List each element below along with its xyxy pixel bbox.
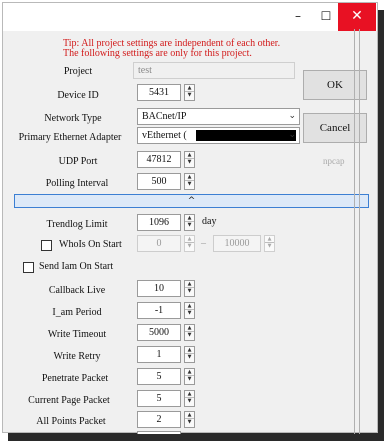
callback-live-input[interactable]: 10 — [137, 280, 181, 297]
close-icon[interactable]: ✕ — [338, 3, 376, 31]
polling-interval-label: Polling Interval — [45, 178, 109, 189]
device-id-label: Device ID — [57, 90, 99, 101]
title-bar: – ☐ ✕ — [3, 3, 377, 31]
spin-up-icon[interactable]: ▲ — [185, 152, 194, 159]
polling-interval-spinner[interactable]: ▲ ▼ — [184, 173, 195, 190]
spin-up-icon[interactable]: ▲ — [185, 85, 194, 92]
spin-down-icon[interactable]: ▼ — [185, 310, 194, 317]
write-timeout-input[interactable]: 5000 — [137, 324, 181, 341]
primary-adapter-select[interactable]: vEthernet ( ⌄ — [137, 127, 300, 144]
current-page-packet-label: Current Page Packet — [28, 395, 110, 406]
callback-live-spinner[interactable]: ▲ ▼ — [184, 280, 195, 297]
write-timeout-spinner[interactable]: ▲ ▼ — [184, 324, 195, 341]
all-points-packet-input[interactable]: 2 — [137, 411, 181, 428]
maximize-icon[interactable]: ☐ — [314, 3, 338, 31]
network-type-value: BACnet/IP — [142, 111, 187, 122]
spin-down-icon[interactable]: ▼ — [185, 181, 194, 188]
penetrate-packet-input[interactable]: 5 — [137, 368, 181, 385]
next-row-input-partial[interactable] — [137, 431, 181, 434]
whois-from-spinner[interactable]: ▲ ▼ — [184, 235, 195, 252]
collapse-icon[interactable]: ^ — [14, 194, 369, 208]
chevron-down-icon: ⌄ — [288, 130, 296, 140]
spin-up-icon[interactable]: ▲ — [265, 236, 274, 243]
udp-port-spinner[interactable]: ▲ ▼ — [184, 151, 195, 168]
spin-down-icon[interactable]: ▼ — [185, 376, 194, 383]
spin-up-icon[interactable]: ▲ — [185, 281, 194, 288]
primary-adapter-label: Primary Ethernet Adapter — [18, 132, 122, 143]
i-am-period-input[interactable]: -1 — [137, 302, 181, 319]
write-retry-spinner[interactable]: ▲ ▼ — [184, 346, 195, 363]
whois-from-input[interactable]: 0 — [137, 235, 181, 252]
current-page-packet-spinner[interactable]: ▲ ▼ — [184, 390, 195, 407]
trendlog-limit-input[interactable]: 1096 — [137, 214, 181, 231]
write-timeout-label: Write Timeout — [47, 329, 107, 340]
spin-down-icon[interactable]: ▼ — [185, 222, 194, 229]
send-iam-checkbox[interactable] — [23, 262, 34, 273]
spin-down-icon[interactable]: ▼ — [185, 92, 194, 99]
i-am-period-spinner[interactable]: ▲ ▼ — [184, 302, 195, 319]
all-points-packet-spinner[interactable]: ▲ ▼ — [184, 411, 195, 428]
spin-up-icon[interactable]: ▲ — [185, 325, 194, 332]
penetrate-packet-label: Penetrate Packet — [41, 373, 109, 384]
spin-up-icon[interactable]: ▲ — [185, 174, 194, 181]
whois-range-dash: – — [201, 238, 206, 249]
spin-up-icon[interactable]: ▲ — [185, 369, 194, 376]
trendlog-unit: day — [202, 216, 217, 227]
settings-window: – ☐ ✕ Tip: All project settings are inde… — [2, 2, 378, 434]
i-am-period-label: I_am Period — [52, 307, 102, 318]
redacted-block — [196, 130, 296, 141]
whois-label: WhoIs On Start — [59, 239, 122, 250]
spin-up-icon[interactable]: ▲ — [185, 215, 194, 222]
npcap-label: npcap — [323, 156, 345, 166]
write-retry-input[interactable]: 1 — [137, 346, 181, 363]
device-id-spinner[interactable]: ▲ ▼ — [184, 84, 195, 101]
spin-down-icon[interactable]: ▼ — [185, 243, 194, 250]
spin-down-icon[interactable]: ▼ — [185, 332, 194, 339]
spin-down-icon[interactable]: ▼ — [185, 354, 194, 361]
network-type-select[interactable]: BACnet/IP ⌄ — [137, 108, 300, 125]
network-type-label: Network Type — [44, 113, 102, 124]
project-label: Project — [63, 66, 93, 77]
spin-up-icon[interactable]: ▲ — [185, 303, 194, 310]
project-field: test — [133, 62, 295, 79]
current-page-packet-input[interactable]: 5 — [137, 390, 181, 407]
trendlog-limit-label: Trendlog Limit — [46, 219, 108, 230]
minimize-icon[interactable]: – — [285, 3, 311, 31]
udp-port-input[interactable]: 47812 — [137, 151, 181, 168]
spin-down-icon[interactable]: ▼ — [185, 419, 194, 426]
scroll-guide — [354, 29, 360, 434]
primary-adapter-value: vEthernet ( — [142, 130, 187, 141]
trendlog-limit-spinner[interactable]: ▲ ▼ — [184, 214, 195, 231]
whois-to-input[interactable]: 10000 — [213, 235, 261, 252]
chevron-down-icon: ⌄ — [288, 111, 296, 121]
device-id-input[interactable]: 5431 — [137, 84, 181, 101]
whois-to-spinner[interactable]: ▲ ▼ — [264, 235, 275, 252]
write-retry-label: Write Retry — [53, 351, 101, 362]
send-iam-label: Send Iam On Start — [39, 261, 114, 272]
spin-up-icon[interactable]: ▲ — [185, 391, 194, 398]
spin-up-icon[interactable]: ▲ — [185, 347, 194, 354]
polling-interval-input[interactable]: 500 — [137, 173, 181, 190]
spin-down-icon[interactable]: ▼ — [185, 159, 194, 166]
whois-checkbox[interactable] — [41, 240, 52, 251]
spin-down-icon[interactable]: ▼ — [185, 398, 194, 405]
spin-up-icon[interactable]: ▲ — [185, 412, 194, 419]
spin-up-icon[interactable]: ▲ — [185, 236, 194, 243]
callback-live-label: Callback Live — [48, 285, 106, 296]
penetrate-packet-spinner[interactable]: ▲ ▼ — [184, 368, 195, 385]
all-points-packet-label: All Points Packet — [36, 416, 106, 427]
tip-line-2: The following settings are only for this… — [63, 48, 252, 59]
spin-down-icon[interactable]: ▼ — [265, 243, 274, 250]
udp-port-label: UDP Port — [58, 156, 98, 167]
spin-down-icon[interactable]: ▼ — [185, 288, 194, 295]
